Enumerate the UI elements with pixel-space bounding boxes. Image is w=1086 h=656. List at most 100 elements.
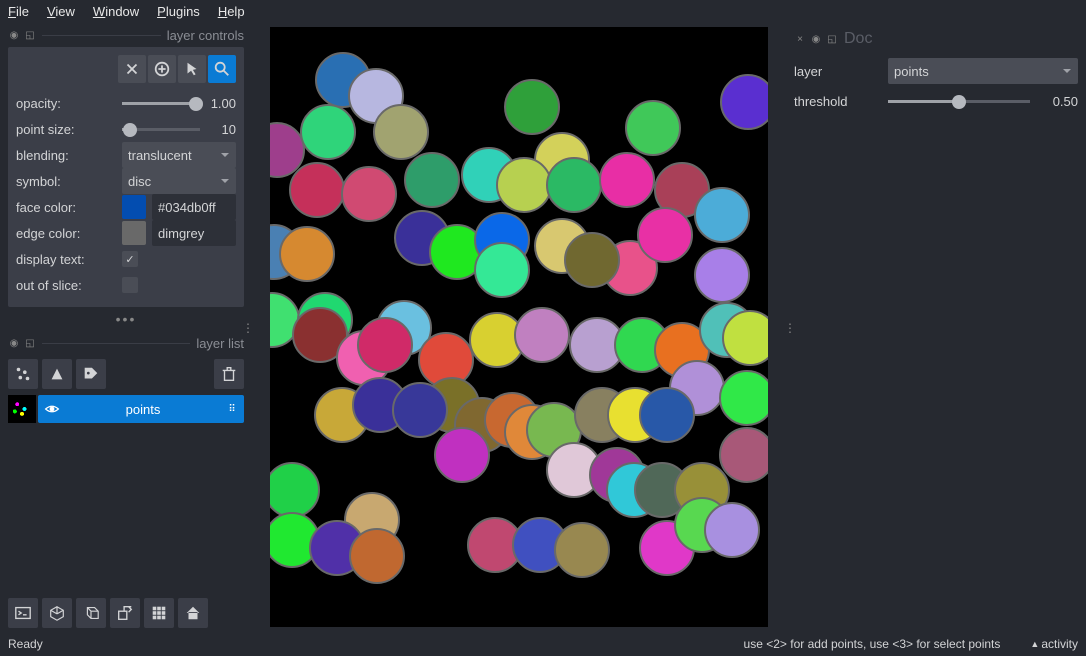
eye-icon[interactable]: ◉ bbox=[810, 33, 822, 45]
transpose-button[interactable] bbox=[110, 598, 140, 628]
point[interactable] bbox=[349, 528, 405, 584]
point-size-value: 10 bbox=[206, 122, 236, 137]
point[interactable] bbox=[404, 152, 460, 208]
threshold-label: threshold bbox=[794, 94, 880, 109]
point[interactable] bbox=[341, 166, 397, 222]
layer-thumbnail bbox=[8, 395, 36, 423]
point[interactable] bbox=[289, 162, 345, 218]
popout-icon[interactable]: ◱ bbox=[24, 337, 36, 349]
edge-color-label: edge color: bbox=[16, 226, 116, 241]
left-drag-handle-icon[interactable]: ⋮ bbox=[242, 326, 254, 330]
dock-title: Doc bbox=[844, 30, 872, 48]
viewer-canvas[interactable] bbox=[270, 27, 768, 627]
threshold-slider[interactable] bbox=[888, 92, 1030, 110]
point[interactable] bbox=[496, 157, 552, 213]
face-color-swatch[interactable] bbox=[122, 195, 146, 219]
point[interactable] bbox=[392, 382, 448, 438]
symbol-label: symbol: bbox=[16, 174, 116, 189]
drag-handle-icon[interactable]: ••• bbox=[8, 311, 244, 327]
point[interactable] bbox=[546, 157, 602, 213]
close-icon[interactable]: × bbox=[794, 33, 806, 45]
delete-tool[interactable] bbox=[118, 55, 146, 83]
display-text-checkbox[interactable] bbox=[122, 251, 138, 267]
point[interactable] bbox=[373, 104, 429, 160]
eye-icon[interactable]: ◉ bbox=[8, 337, 20, 349]
popout-icon[interactable]: ◱ bbox=[24, 29, 36, 41]
menu-bar: File View Window Plugins Help bbox=[0, 0, 1086, 23]
home-button[interactable] bbox=[178, 598, 208, 628]
out-of-slice-checkbox[interactable] bbox=[122, 277, 138, 293]
new-labels-button[interactable] bbox=[76, 359, 106, 389]
point[interactable] bbox=[514, 307, 570, 363]
edge-color-value[interactable]: dimgrey bbox=[152, 220, 236, 246]
display-text-label: display text: bbox=[16, 252, 116, 267]
menu-file[interactable]: File bbox=[8, 4, 29, 19]
layer-select-label: layer bbox=[794, 64, 880, 79]
out-of-slice-label: out of slice: bbox=[16, 278, 116, 293]
symbol-select[interactable]: disc bbox=[122, 168, 236, 194]
opacity-label: opacity: bbox=[16, 96, 116, 111]
menu-plugins[interactable]: Plugins bbox=[157, 4, 200, 19]
point[interactable] bbox=[279, 226, 335, 282]
point[interactable] bbox=[300, 104, 356, 160]
point[interactable] bbox=[639, 387, 695, 443]
delete-layer-button[interactable] bbox=[214, 359, 244, 389]
add-tool[interactable] bbox=[148, 55, 176, 83]
point[interactable] bbox=[625, 100, 681, 156]
roll-button[interactable] bbox=[76, 598, 106, 628]
new-points-button[interactable] bbox=[8, 359, 38, 389]
grid-button[interactable] bbox=[144, 598, 174, 628]
right-drag-handle-icon[interactable]: ⋮ bbox=[784, 326, 796, 330]
point-size-label: point size: bbox=[16, 122, 116, 137]
point[interactable] bbox=[637, 207, 693, 263]
point[interactable] bbox=[719, 427, 768, 483]
menu-window[interactable]: Window bbox=[93, 4, 139, 19]
point[interactable] bbox=[564, 232, 620, 288]
point[interactable] bbox=[694, 247, 750, 303]
point[interactable] bbox=[704, 502, 760, 558]
eye-icon[interactable]: ◉ bbox=[8, 29, 20, 41]
face-color-label: face color: bbox=[16, 200, 116, 215]
point[interactable] bbox=[434, 427, 490, 483]
point[interactable] bbox=[694, 187, 750, 243]
face-color-value[interactable]: #034db0ff bbox=[152, 194, 236, 220]
status-bar: Ready use <2> for add points, use <3> fo… bbox=[0, 632, 1086, 656]
blending-select[interactable]: translucent bbox=[122, 142, 236, 168]
opacity-slider[interactable] bbox=[122, 94, 200, 112]
blending-label: blending: bbox=[16, 148, 116, 163]
layer-row[interactable]: points ⠿ bbox=[8, 395, 244, 423]
layer-controls-title: layer controls bbox=[167, 28, 244, 43]
point-size-slider[interactable] bbox=[122, 120, 200, 138]
threshold-value: 0.50 bbox=[1038, 94, 1078, 109]
popout-icon[interactable]: ◱ bbox=[826, 33, 838, 45]
left-panel: ◉ ◱ layer controls opacity: 1.00 point s… bbox=[0, 23, 252, 632]
point[interactable] bbox=[474, 242, 530, 298]
layer-visibility-icon[interactable] bbox=[42, 401, 62, 417]
point[interactable] bbox=[357, 317, 413, 373]
layer-list-title: layer list bbox=[196, 336, 244, 351]
right-panel: × ◉ ◱ Doc layer points threshold 0.50 bbox=[786, 23, 1086, 632]
point[interactable] bbox=[270, 462, 320, 518]
layer-grip-icon[interactable]: ⠿ bbox=[224, 404, 240, 415]
point[interactable] bbox=[504, 79, 560, 135]
point[interactable] bbox=[554, 522, 610, 578]
opacity-value: 1.00 bbox=[206, 96, 236, 111]
status-hint: use <2> for add points, use <3> for sele… bbox=[744, 637, 1001, 651]
layer-controls-card: opacity: 1.00 point size: 10 blending: t… bbox=[8, 47, 244, 307]
menu-help[interactable]: Help bbox=[218, 4, 245, 19]
console-button[interactable] bbox=[8, 598, 38, 628]
status-text: Ready bbox=[8, 637, 43, 651]
zoom-tool[interactable] bbox=[208, 55, 236, 83]
select-tool[interactable] bbox=[178, 55, 206, 83]
edge-color-swatch[interactable] bbox=[122, 221, 146, 245]
menu-view[interactable]: View bbox=[47, 4, 75, 19]
activity-button[interactable]: activity bbox=[1041, 637, 1078, 651]
new-shapes-button[interactable] bbox=[42, 359, 72, 389]
ndim-button[interactable] bbox=[42, 598, 72, 628]
layer-name: points bbox=[62, 402, 224, 417]
point[interactable] bbox=[719, 370, 768, 426]
point[interactable] bbox=[720, 74, 768, 130]
chevron-up-icon[interactable]: ▲ bbox=[1030, 639, 1039, 649]
point[interactable] bbox=[599, 152, 655, 208]
layer-select[interactable]: points bbox=[888, 58, 1078, 84]
